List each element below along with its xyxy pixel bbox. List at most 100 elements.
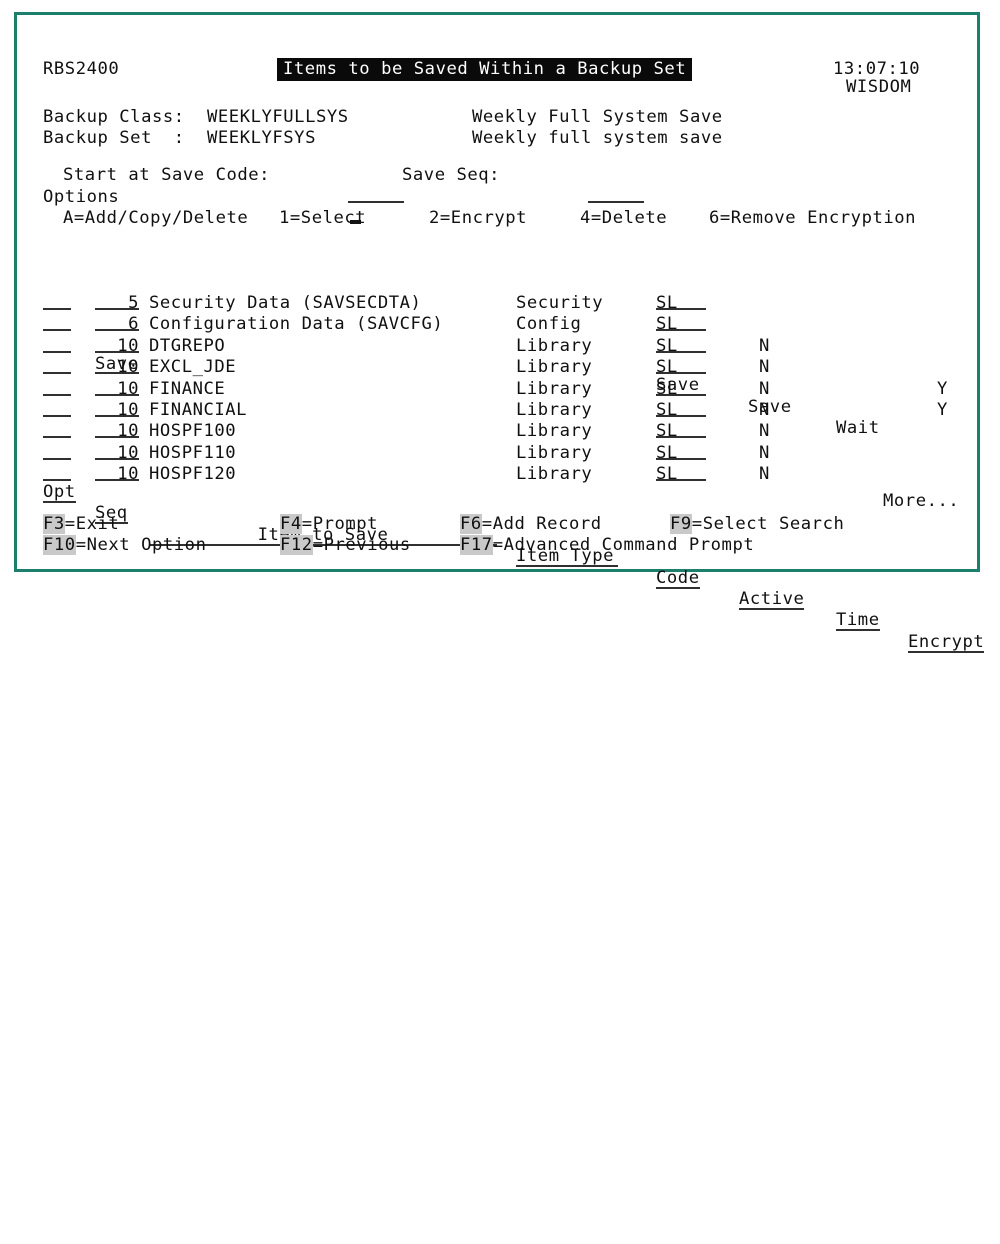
row-save-code-input[interactable]: SL (656, 293, 706, 314)
row-item-to-save: FINANCIAL (149, 400, 248, 420)
fkey-f9[interactable]: F9=Select Search (670, 514, 844, 535)
option-select: 1=Select (279, 208, 367, 228)
program-id: RBS2400 (43, 59, 120, 79)
row-item-to-save: FINANCE (149, 378, 226, 399)
row-save-seq-input[interactable]: 10 (95, 464, 139, 485)
option-remove-encryption: 6=Remove Encryption (709, 208, 917, 228)
fkey-f9-label: =Select Search (691, 514, 845, 534)
start-at-save-code-label: Start at Save Code: (63, 165, 271, 185)
row-item-type: Library (516, 335, 593, 356)
row-save-code-input[interactable]: SL (656, 314, 706, 335)
row-opt-input[interactable] (43, 421, 71, 444)
save-seq-filter-input[interactable] (588, 201, 645, 204)
terminal-screen: RBS2400 Items to be Saved Within a Backu… (17, 15, 985, 653)
row-save-active: N (759, 421, 770, 442)
table-row: 10 FINANCE Library SL N Y (43, 379, 973, 400)
backup-class-description: Weekly Full System Save (472, 107, 723, 127)
save-seq-filter-label: Save Seq: (402, 165, 501, 185)
row-save-seq-input[interactable]: 10 (95, 336, 139, 357)
header-code: Code (656, 567, 700, 589)
fkey-f6-key: F6 (460, 514, 482, 534)
option-add-copy-delete: A=Add/Copy/Delete (63, 208, 249, 228)
row-item-type: Library (516, 378, 593, 399)
row-save-active: N (759, 378, 770, 399)
screen-title: Items to be Saved Within a Backup Set (277, 58, 693, 81)
row-item-to-save: HOSPF110 (149, 442, 237, 463)
row-opt-input[interactable] (43, 464, 71, 487)
header-active: Active (739, 589, 805, 611)
row-save-code-input[interactable]: SL (656, 336, 706, 357)
fkey-f17[interactable]: F17=Advanced Command Prompt (460, 535, 754, 556)
fkey-f6-label: =Add Record (481, 514, 602, 534)
row-item-type: Library (516, 357, 593, 378)
backup-set-description: Weekly full system save (472, 128, 723, 148)
row-opt-input[interactable] (43, 314, 71, 337)
fkey-f4-label: =Prompt (301, 514, 379, 534)
row-save-seq-input[interactable]: 10 (95, 443, 139, 464)
fkey-f10-key: F10 (43, 535, 76, 555)
row-opt-input[interactable] (43, 336, 71, 359)
row-save-code-input[interactable]: SL (656, 357, 706, 378)
row-save-code-input[interactable]: SL (656, 464, 706, 485)
table-row: 5 Security Data (SAVSECDTA) Security SL (43, 293, 973, 314)
fkey-f17-label: =Advanced Command Prompt (492, 535, 755, 555)
option-encrypt: 2=Encrypt (429, 208, 528, 228)
row-save-seq-input[interactable]: 10 (95, 421, 139, 442)
row-save-code-input[interactable]: SL (656, 443, 706, 464)
options-heading: Options (43, 187, 120, 207)
row-item-to-save: Security Data (SAVSECDTA) (149, 293, 422, 313)
screen-title-wrap: Items to be Saved Within a Backup Set (277, 58, 693, 81)
row-save-active: N (759, 464, 770, 485)
fkey-f3-key: F3 (43, 514, 65, 534)
row-opt-input[interactable] (43, 357, 71, 380)
fkey-f3-label: =Exit (64, 514, 120, 534)
row-save-active: N (759, 335, 770, 356)
row-save-seq-input[interactable]: 10 (95, 357, 139, 378)
backup-class-value: WEEKLYFULLSYS (207, 107, 349, 127)
row-save-code-input[interactable]: SL (656, 400, 706, 421)
row-item-to-save: Configuration Data (SAVCFG) (149, 314, 444, 335)
fkey-f12-key: F12 (280, 535, 313, 555)
terminal-window: RBS2400 Items to be Saved Within a Backu… (14, 12, 985, 653)
row-save-seq-input[interactable]: 6 (95, 314, 139, 335)
header-encrypt: Encrypt (908, 631, 985, 653)
row-item-type: Library (516, 464, 593, 485)
row-opt-input[interactable] (43, 293, 71, 316)
fkey-f12[interactable]: F12=Previous (280, 535, 411, 556)
system-name: WISDOM (846, 77, 912, 97)
row-encrypt: Y (937, 378, 948, 399)
row-encrypt: Y (937, 400, 948, 420)
table-row: 10 DTGREPO Library SL N (43, 336, 973, 357)
row-opt-input[interactable] (43, 379, 71, 402)
fkey-f4-key: F4 (280, 514, 302, 534)
row-item-type: Library (516, 421, 593, 442)
table-row: 10 HOSPF120 Library SL N (43, 464, 973, 485)
table-row: 6 Configuration Data (SAVCFG) Config SL (43, 314, 973, 335)
row-item-to-save: HOSPF120 (149, 464, 237, 485)
row-opt-input[interactable] (43, 443, 71, 466)
fkey-f6[interactable]: F6=Add Record (460, 514, 602, 535)
fkey-f4[interactable]: F4=Prompt (280, 514, 378, 535)
fkey-f3[interactable]: F3=Exit (43, 514, 119, 535)
row-item-to-save: EXCL_JDE (149, 357, 237, 378)
row-item-type: Config (516, 314, 582, 335)
row-item-to-save: DTGREPO (149, 335, 226, 356)
table-row: 10 HOSPF100 Library SL N (43, 421, 973, 442)
row-save-seq-input[interactable]: 10 (95, 400, 139, 421)
fkey-f10[interactable]: F10=Next Option (43, 535, 206, 556)
row-save-seq-input[interactable]: 5 (95, 293, 139, 314)
option-delete: 4=Delete (580, 208, 668, 228)
row-save-active: N (759, 357, 770, 378)
row-opt-input[interactable] (43, 400, 71, 423)
backup-set-label: Backup Set : (43, 128, 185, 148)
row-save-active: N (759, 400, 770, 420)
row-item-to-save: HOSPF100 (149, 421, 237, 442)
row-save-code-input[interactable]: SL (656, 379, 706, 400)
row-item-type: Library (516, 442, 593, 463)
more-indicator: More... (883, 491, 960, 511)
row-save-code-input[interactable]: SL (656, 421, 706, 442)
row-save-seq-input[interactable]: 10 (95, 379, 139, 400)
table-row: 10 FINANCIAL Library SL N Y (43, 400, 973, 421)
table-row: 10 HOSPF110 Library SL N (43, 443, 973, 464)
fkey-f9-key: F9 (670, 514, 692, 534)
